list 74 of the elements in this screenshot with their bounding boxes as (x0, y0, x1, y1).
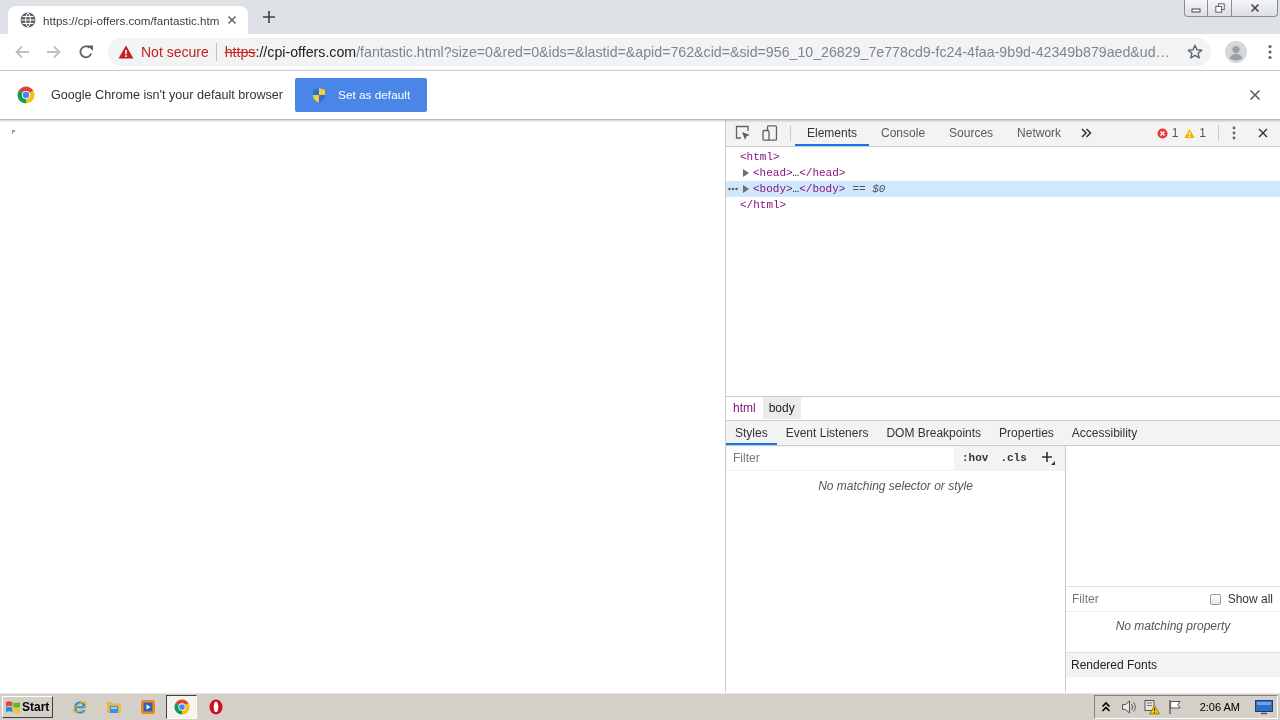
plus-icon[interactable] (1040, 451, 1055, 465)
sidebar-tab[interactable]: Accessibility (1062, 420, 1147, 445)
more-tabs-icon[interactable] (1080, 127, 1093, 139)
empty-styles-message: No matching selector or style (817, 477, 974, 493)
checkbox[interactable] (1209, 593, 1221, 605)
clock[interactable]: 2:06 AM (1199, 700, 1240, 713)
class-toggle[interactable]: .cls (996, 452, 1031, 464)
more-dots-icon[interactable] (728, 187, 738, 191)
dom-node-row[interactable]: <head>…</head> (726, 165, 1280, 181)
minimize-button[interactable] (1184, 0, 1208, 17)
selected-node-marker: == $0 (852, 183, 886, 195)
monitor-icon[interactable] (1255, 698, 1273, 715)
empty-properties-message: No matching property (1114, 618, 1232, 635)
plus-icon[interactable] (263, 11, 275, 23)
security-label[interactable]: Not secure (141, 44, 209, 60)
close-icon[interactable] (1258, 128, 1268, 138)
device-toggle-icon[interactable] (762, 125, 778, 141)
hover-toggle[interactable]: :hov (958, 452, 993, 464)
devtools-tab[interactable]: Network (1005, 120, 1074, 146)
devtools-tab[interactable]: Elements (795, 120, 870, 146)
warning-icon[interactable] (118, 44, 134, 60)
dom-node-row[interactable]: <body>…</body> == $0 (726, 181, 1280, 197)
menu-icon[interactable] (1268, 44, 1272, 60)
speaker-icon[interactable] (1120, 698, 1137, 715)
globe-e-icon (71, 698, 88, 715)
profile-avatar-icon[interactable] (1224, 40, 1248, 64)
dom-tag-text: <head>…</head> (753, 167, 846, 179)
restore-icon (1213, 3, 1226, 13)
devtools-tab[interactable]: Console (869, 120, 938, 146)
chrome-logo-icon (173, 698, 190, 715)
close-button[interactable] (1232, 0, 1278, 17)
devtools-tab[interactable]: Sources (937, 120, 1006, 146)
url-text[interactable]: https://cpi-offers.com/fantastic.html?size=0&red=0&ids=&lastid=&apid=762&cid=&sid=956_10_26829_7e778cd9-fc24-4faa-9b9d-42349b879aed&ud… (224, 44, 1179, 60)
inspect-element-icon[interactable] (735, 125, 751, 141)
windows-flag-icon (5, 698, 21, 715)
menu-icon[interactable] (1232, 126, 1236, 140)
sidebar-tab[interactable]: Event Listeners (776, 420, 878, 445)
breadcrumb[interactable]: body (762, 397, 801, 419)
opera-logo-icon (207, 698, 224, 715)
close-icon[interactable] (1249, 89, 1261, 101)
breadcrumb[interactable]: html (727, 397, 762, 419)
chevron-up-icon[interactable] (1100, 700, 1111, 713)
dom-tag-text: </html> (740, 199, 787, 211)
dom-tag-text: <body>…</body> (753, 183, 846, 195)
reload-icon[interactable] (78, 44, 94, 60)
small-mark-icon (12, 130, 15, 134)
network-warning-icon[interactable] (1143, 698, 1160, 715)
start-button[interactable]: Start (2, 695, 53, 718)
restore-button[interactable] (1208, 0, 1232, 17)
filter-field[interactable]: Filter (727, 446, 954, 470)
close-icon (1248, 3, 1261, 13)
browser-tab[interactable]: https://cpi-offers.com/fantastic.htm (8, 6, 248, 34)
warning-count[interactable]: 1 (1199, 126, 1206, 140)
sidebar-tab[interactable]: Styles (726, 420, 777, 445)
taskbar-app-button[interactable] (166, 694, 197, 719)
section-header[interactable]: Rendered Fonts (1066, 652, 1280, 677)
dom-tag-text: <html> (740, 151, 780, 163)
error-count[interactable]: 1 (1171, 126, 1179, 140)
filter-field[interactable]: Filter (1066, 588, 1210, 610)
set-default-button[interactable]: Set as default (295, 78, 428, 112)
infobar-message: Google Chrome isn't your default browser (51, 88, 283, 102)
shield-icon (311, 87, 327, 103)
dom-node-row[interactable]: <html> (726, 149, 1280, 165)
sidebar-tab[interactable]: Properties (990, 420, 1063, 445)
chrome-logo-icon (17, 86, 35, 104)
star-icon[interactable] (1187, 44, 1203, 60)
sidebar-tab[interactable]: DOM Breakpoints (877, 420, 991, 445)
show-all-checkbox[interactable]: Show all (1209, 592, 1273, 606)
globe-icon (20, 12, 36, 28)
address-bar[interactable]: Not secure https://cpi-offers.com/fantastic.html?size=0&red=0&ids=&lastid=&apid=762&cid=&sid=956_10_26829_7e778cd9-fc24-4faa-9b9d-42349b879aed&ud… (108, 38, 1211, 66)
flag-icon[interactable] (1166, 698, 1183, 715)
media-player-icon (139, 698, 156, 715)
error-icon[interactable] (1156, 127, 1168, 139)
close-icon[interactable] (227, 15, 237, 25)
